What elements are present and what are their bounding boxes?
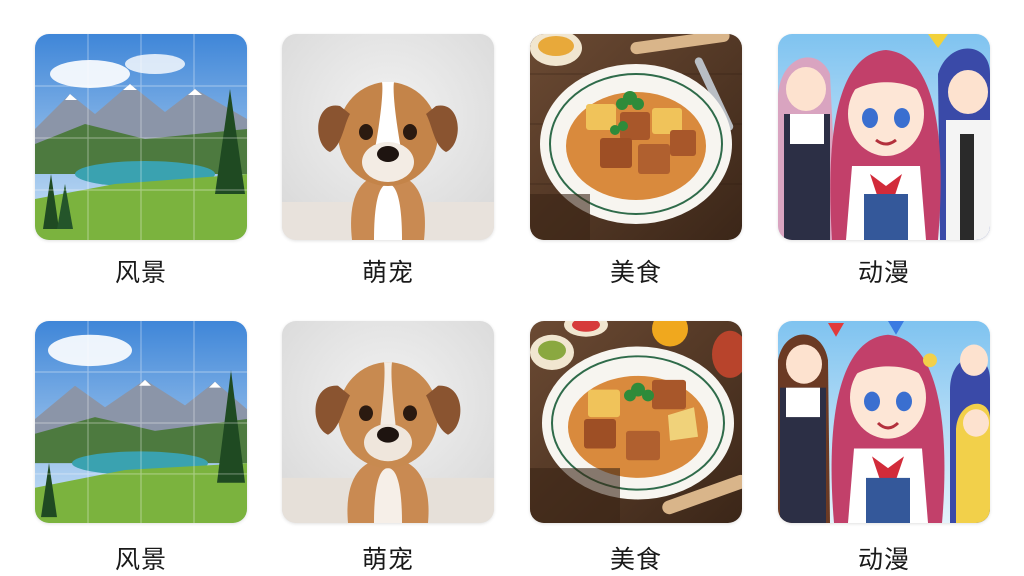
mountain-lake-jigsaw-image: [35, 34, 247, 240]
category-tile-anime[interactable]: 动漫: [778, 34, 990, 287]
category-grid: 风景 萌宠 美食 动漫 风景 萌宠 美食 动漫: [0, 0, 1024, 576]
mountain-lake-jigsaw-image: [35, 321, 247, 523]
category-tile-landscape[interactable]: 风景: [35, 321, 247, 574]
category-tile-pets[interactable]: 萌宠: [282, 321, 494, 574]
category-label: 动漫: [857, 545, 910, 574]
category-label: 动漫: [857, 258, 910, 287]
category-tile-anime[interactable]: 动漫: [778, 321, 990, 574]
category-label: 风景: [114, 545, 167, 574]
category-tile-food[interactable]: 美食: [530, 34, 742, 287]
category-label: 美食: [609, 258, 662, 287]
braised-tofu-dish-image: [530, 321, 742, 523]
category-label: 风景: [114, 258, 167, 287]
braised-tofu-dish-image: [530, 34, 742, 240]
category-tile-pets[interactable]: 萌宠: [282, 34, 494, 287]
category-label: 美食: [609, 545, 662, 574]
category-tile-landscape[interactable]: 风景: [35, 34, 247, 287]
category-label: 萌宠: [361, 545, 414, 574]
anime-girls-image: [778, 34, 990, 240]
anime-girls-image: [778, 321, 990, 523]
puppy-image: [282, 34, 494, 240]
puppy-image: [282, 321, 494, 523]
category-tile-food[interactable]: 美食: [530, 321, 742, 574]
category-label: 萌宠: [361, 258, 414, 287]
